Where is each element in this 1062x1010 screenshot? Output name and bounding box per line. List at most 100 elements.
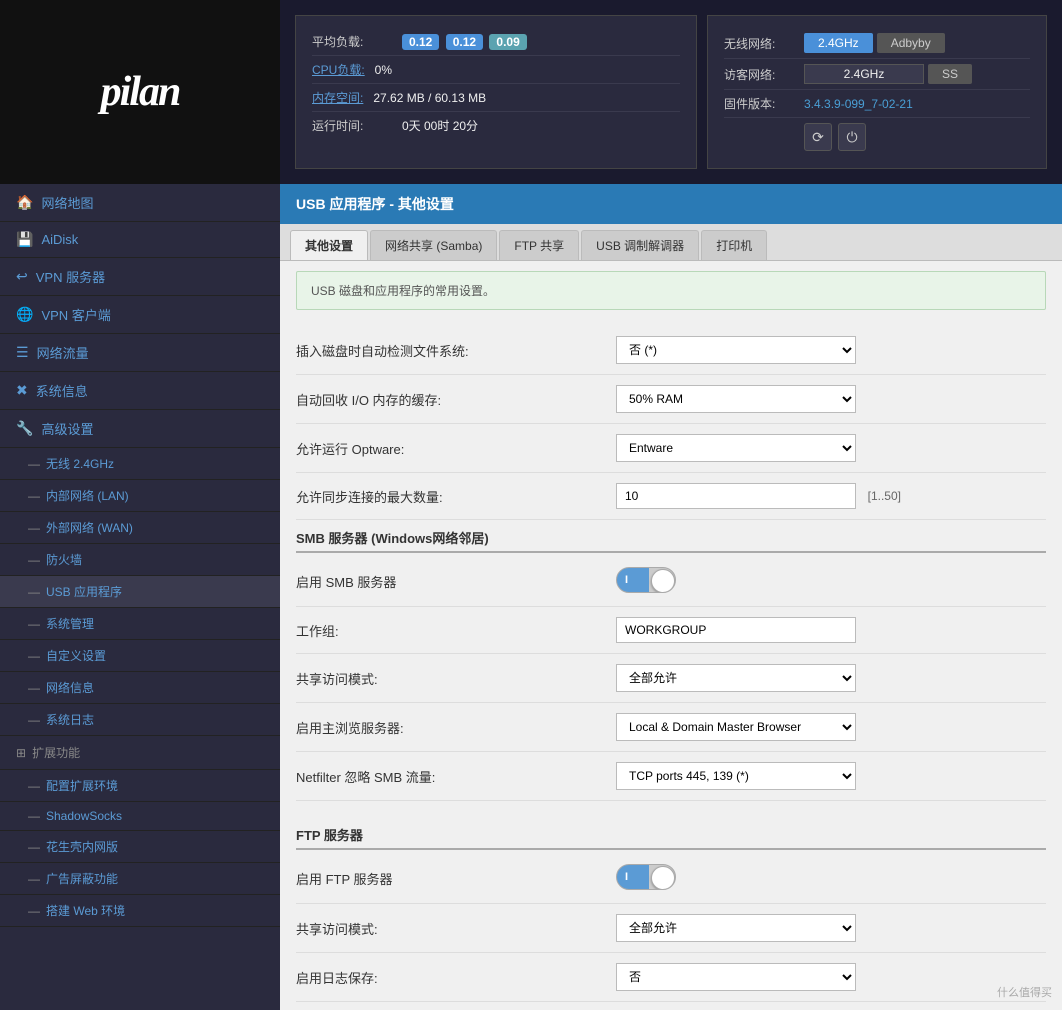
tab-printer[interactable]: 打印机 (701, 230, 767, 260)
ftp-toggle-track[interactable]: I O (616, 864, 676, 890)
grid-icon: ⊞ (16, 746, 26, 760)
info-text: USB 磁盘和应用程序的常用设置。 (311, 284, 495, 298)
memory-row: 内存空间: 27.62 MB / 60.13 MB (312, 84, 680, 112)
memory-link[interactable]: 内存空间: (312, 89, 363, 106)
ftp-toggle[interactable]: I O (616, 864, 676, 890)
sidebar-item-aidisk[interactable]: 💾 AiDisk (0, 222, 280, 258)
sidebar-item-vpn-client[interactable]: 🌐 VPN 客户端 (0, 296, 280, 334)
master-browser-row: 启用主浏览服务器: Local & Domain Master Browser … (296, 703, 1046, 752)
sidebar-sub-usb-app[interactable]: — USB 应用程序 (0, 576, 280, 608)
logo: pilan (101, 68, 180, 116)
sidebar-sub-ext-env[interactable]: — 配置扩展环境 (0, 770, 280, 802)
sidebar-sub-firewall[interactable]: — 防火墙 (0, 544, 280, 576)
sidebar-label-wan: 外部网络 (WAN) (46, 519, 133, 536)
share-access-control: 全部允许 仅限家庭 无 (616, 664, 1046, 692)
sidebar-item-network-map[interactable]: 🏠 网络地图 (0, 184, 280, 222)
info-box: USB 磁盘和应用程序的常用设置。 (296, 271, 1046, 310)
tab-samba[interactable]: 网络共享 (Samba) (370, 230, 497, 260)
content-panel: USB 应用程序 - 其他设置 其他设置 网络共享 (Samba) FTP 共享… (280, 184, 1062, 1010)
top-stats: 平均负载: 0.12 0.12 0.09 CPU负载: 0% 内存空间: 27.… (280, 0, 1062, 184)
smb-toggle-track[interactable]: I O (616, 567, 676, 593)
logo-area: pilan (0, 0, 280, 184)
sidebar-label-traffic: 网络流量 (37, 343, 89, 362)
optware-row: 允许运行 Optware: Entware Optware 无 (296, 424, 1046, 473)
ftp-log-save-row: 启用日志保存: 否 是 (296, 953, 1046, 1002)
max-connections-input[interactable] (616, 483, 856, 509)
cpu-load-link[interactable]: CPU负载: (312, 61, 365, 78)
wifi-24ghz-button[interactable]: 2.4GHz (804, 33, 873, 53)
ftp-log-save-select[interactable]: 否 是 (616, 963, 856, 991)
io-cache-select[interactable]: 50% RAM 25% RAM 无 (616, 385, 856, 413)
sidebar-sub-sys-log[interactable]: — 系统日志 (0, 704, 280, 736)
firmware-row: 固件版本: 3.4.3.9-099_7-02-21 (724, 90, 1030, 118)
sidebar-sub-lan[interactable]: — 内部网络 (LAN) (0, 480, 280, 512)
io-cache-row: 自动回收 I/O 内存的缓存: 50% RAM 25% RAM 无 (296, 375, 1046, 424)
firmware-link[interactable]: 3.4.3.9-099_7-02-21 (804, 97, 913, 111)
load-badge-1: 0.12 (402, 34, 439, 50)
page-title: USB 应用程序 - 其他设置 (296, 196, 454, 212)
sidebar-sub-sys-mgmt[interactable]: — 系统管理 (0, 608, 280, 640)
adbyby-button[interactable]: Adbyby (877, 33, 945, 53)
guest-input[interactable] (804, 64, 924, 84)
sidebar-item-advanced[interactable]: 🔧 高级设置 (0, 410, 280, 448)
sidebar-item-traffic[interactable]: ☰ 网络流量 (0, 334, 280, 372)
max-connections-range: [1..50] (868, 489, 901, 503)
sidebar-item-sysinfo[interactable]: ✖ 系统信息 (0, 372, 280, 410)
sidebar-sub-wan[interactable]: — 外部网络 (WAN) (0, 512, 280, 544)
refresh-button[interactable]: ⟳ (804, 123, 832, 151)
max-connections-control: [1..50] (616, 483, 1046, 509)
sidebar-label-vpn-client: VPN 客户端 (41, 305, 110, 324)
ftp-share-access-select[interactable]: 全部允许 仅限家庭 (616, 914, 856, 942)
tab-ftp[interactable]: FTP 共享 (499, 230, 579, 260)
tab-other-settings[interactable]: 其他设置 (290, 230, 368, 260)
sidebar-label-network-map: 网络地图 (41, 193, 93, 212)
sidebar-sub-net-info[interactable]: — 网络信息 (0, 672, 280, 704)
auto-detect-fs-select[interactable]: 否 (*) 是 (616, 336, 856, 364)
master-browser-select[interactable]: Local & Domain Master Browser 域主浏览器 无 (616, 713, 856, 741)
share-access-row: 共享访问模式: 全部允许 仅限家庭 无 (296, 654, 1046, 703)
ftp-share-access-row: 共享访问模式: 全部允许 仅限家庭 (296, 904, 1046, 953)
netfilter-row: Netfilter 忽略 SMB 流量: TCP ports 445, 139 … (296, 752, 1046, 801)
ftp-toggle-thumb (651, 866, 675, 890)
smb-toggle[interactable]: I O (616, 567, 676, 593)
sidebar-label-vpn-server: VPN 服务器 (36, 267, 105, 286)
sidebar-sub-custom[interactable]: — 自定义设置 (0, 640, 280, 672)
avg-load-row: 平均负载: 0.12 0.12 0.09 (312, 28, 680, 56)
netfilter-label: Netfilter 忽略 SMB 流量: (296, 767, 616, 786)
top-bar: pilan 平均负载: 0.12 0.12 0.09 CPU负载: 0% (0, 0, 1062, 184)
sidebar-item-vpn-server[interactable]: ↩ VPN 服务器 (0, 258, 280, 296)
guest-row: 访客网络: SS (724, 59, 1030, 90)
ext-section: ⊞ 扩展功能 (0, 736, 280, 770)
sidebar-sub-ddns[interactable]: — 花生壳内网版 (0, 831, 280, 863)
share-access-label: 共享访问模式: (296, 669, 616, 688)
sidebar-sub-shadowsocks[interactable]: — ShadowSocks (0, 802, 280, 831)
power-button[interactable]: ⏻ (838, 123, 866, 151)
sidebar-sub-adblock[interactable]: — 广告屏蔽功能 (0, 863, 280, 895)
sidebar-sub-wifi24[interactable]: — 无线 2.4GHz (0, 448, 280, 480)
avg-load-label: 平均负载: (312, 33, 402, 50)
max-connections-row: 允许同步连接的最大数量: [1..50] (296, 473, 1046, 520)
workgroup-control (616, 617, 1046, 643)
optware-select[interactable]: Entware Optware 无 (616, 434, 856, 462)
share-access-select[interactable]: 全部允许 仅限家庭 无 (616, 664, 856, 692)
sidebar-label-web-env: 搭建 Web 环境 (46, 902, 125, 919)
wireless-label: 无线网络: (724, 35, 804, 52)
tab-usb-modem[interactable]: USB 调制解调器 (581, 230, 699, 260)
ftp-section-title: FTP 服务器 (296, 817, 1046, 850)
cpu-load-value: 0% (375, 63, 392, 77)
sidebar: 🏠 网络地图 💾 AiDisk ↩ VPN 服务器 🌐 VPN 客户端 ☰ 网络… (0, 184, 280, 1010)
sidebar-label-firewall: 防火墙 (46, 551, 82, 568)
smb-toggle-thumb (651, 569, 675, 593)
sidebar-label-net-info: 网络信息 (46, 679, 94, 696)
io-cache-control: 50% RAM 25% RAM 无 (616, 385, 1046, 413)
page-title-bar: USB 应用程序 - 其他设置 (280, 184, 1062, 224)
ss-button[interactable]: SS (928, 64, 972, 84)
optware-control: Entware Optware 无 (616, 434, 1046, 462)
sidebar-label-sys-log: 系统日志 (46, 711, 94, 728)
workgroup-input[interactable] (616, 617, 856, 643)
left-stats-box: 平均负载: 0.12 0.12 0.09 CPU负载: 0% 内存空间: 27.… (295, 15, 697, 169)
tab-bar: 其他设置 网络共享 (Samba) FTP 共享 USB 调制解调器 打印机 (280, 224, 1062, 261)
watermark: 什么值得买 (997, 984, 1052, 1000)
sidebar-sub-web-env[interactable]: — 搭建 Web 环境 (0, 895, 280, 927)
netfilter-select[interactable]: TCP ports 445, 139 (*) 无 (616, 762, 856, 790)
